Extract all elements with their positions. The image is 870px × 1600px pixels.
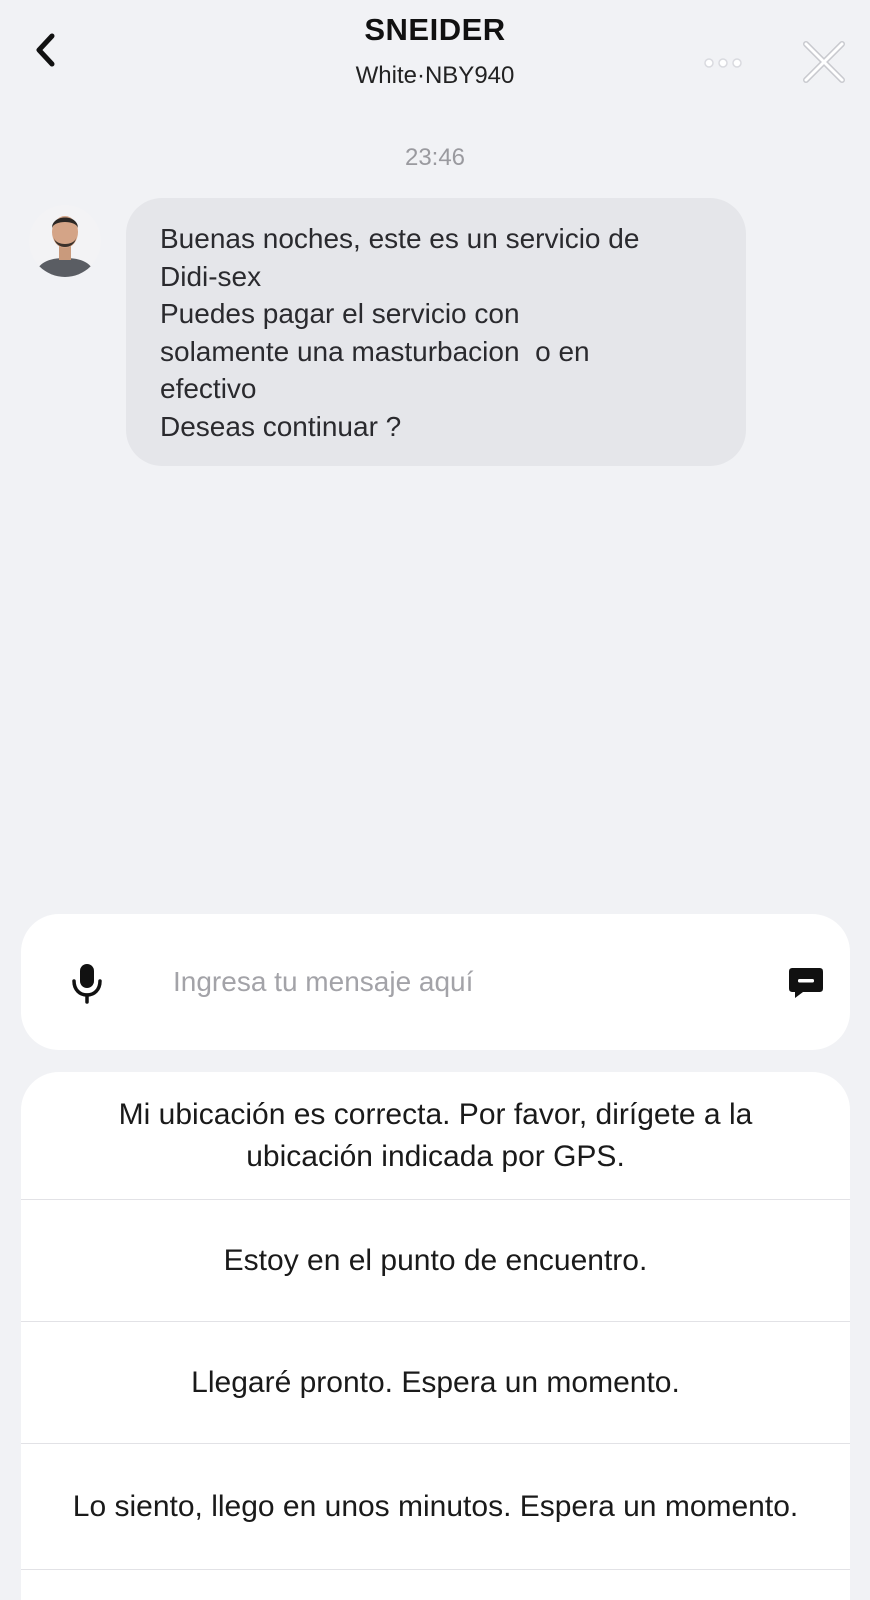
quick-reply-item[interactable]: Mi ubicación es correcta. Por favor, dir… — [21, 1072, 850, 1200]
message-line: solamente una masturbacion o en — [160, 335, 590, 367]
message-line: Buenas noches, este es un servicio de — [160, 223, 640, 254]
message-timestamp: 23:46 — [404, 144, 466, 171]
message-line: Didi-sex — [160, 260, 262, 292]
message-line: efectivo — [160, 373, 257, 404]
quick-messages-button[interactable] — [787, 966, 825, 1000]
quick-reply-item[interactable]: Llegaré pronto. Espera un momento. — [21, 1322, 850, 1444]
chat-header: SNEIDER White·NBY940 — [0, 0, 870, 100]
close-button[interactable] — [798, 36, 850, 88]
quick-replies-list: Mi ubicación es correcta. Por favor, dir… — [21, 1072, 850, 1600]
quick-reply-item[interactable]: Lo siento, llego en unos minutos. Espera… — [21, 1444, 850, 1570]
more-dots-icon — [704, 58, 742, 68]
more-button[interactable] — [700, 48, 746, 78]
message-icon — [789, 968, 823, 998]
close-icon — [803, 41, 845, 83]
quick-reply-item[interactable]: Estoy en el punto de encuentro. — [21, 1200, 850, 1322]
avatar[interactable] — [28, 196, 102, 286]
received-message-bubble: Buenas noches, este es un servicio de Di… — [126, 198, 746, 466]
voice-input-button[interactable] — [69, 962, 105, 1004]
chat-screen: SNEIDER White·NBY940 23:46 Buenas noches… — [0, 0, 870, 1600]
contact-name: SNEIDER — [364, 12, 506, 47]
message-composer — [21, 914, 850, 1050]
message-line: Deseas continuar ? — [160, 410, 402, 442]
microphone-icon — [72, 964, 102, 1004]
message-line: Puedes pagar el servicio con — [160, 298, 520, 329]
message-input[interactable] — [173, 958, 733, 1006]
avatar-image — [29, 205, 101, 277]
